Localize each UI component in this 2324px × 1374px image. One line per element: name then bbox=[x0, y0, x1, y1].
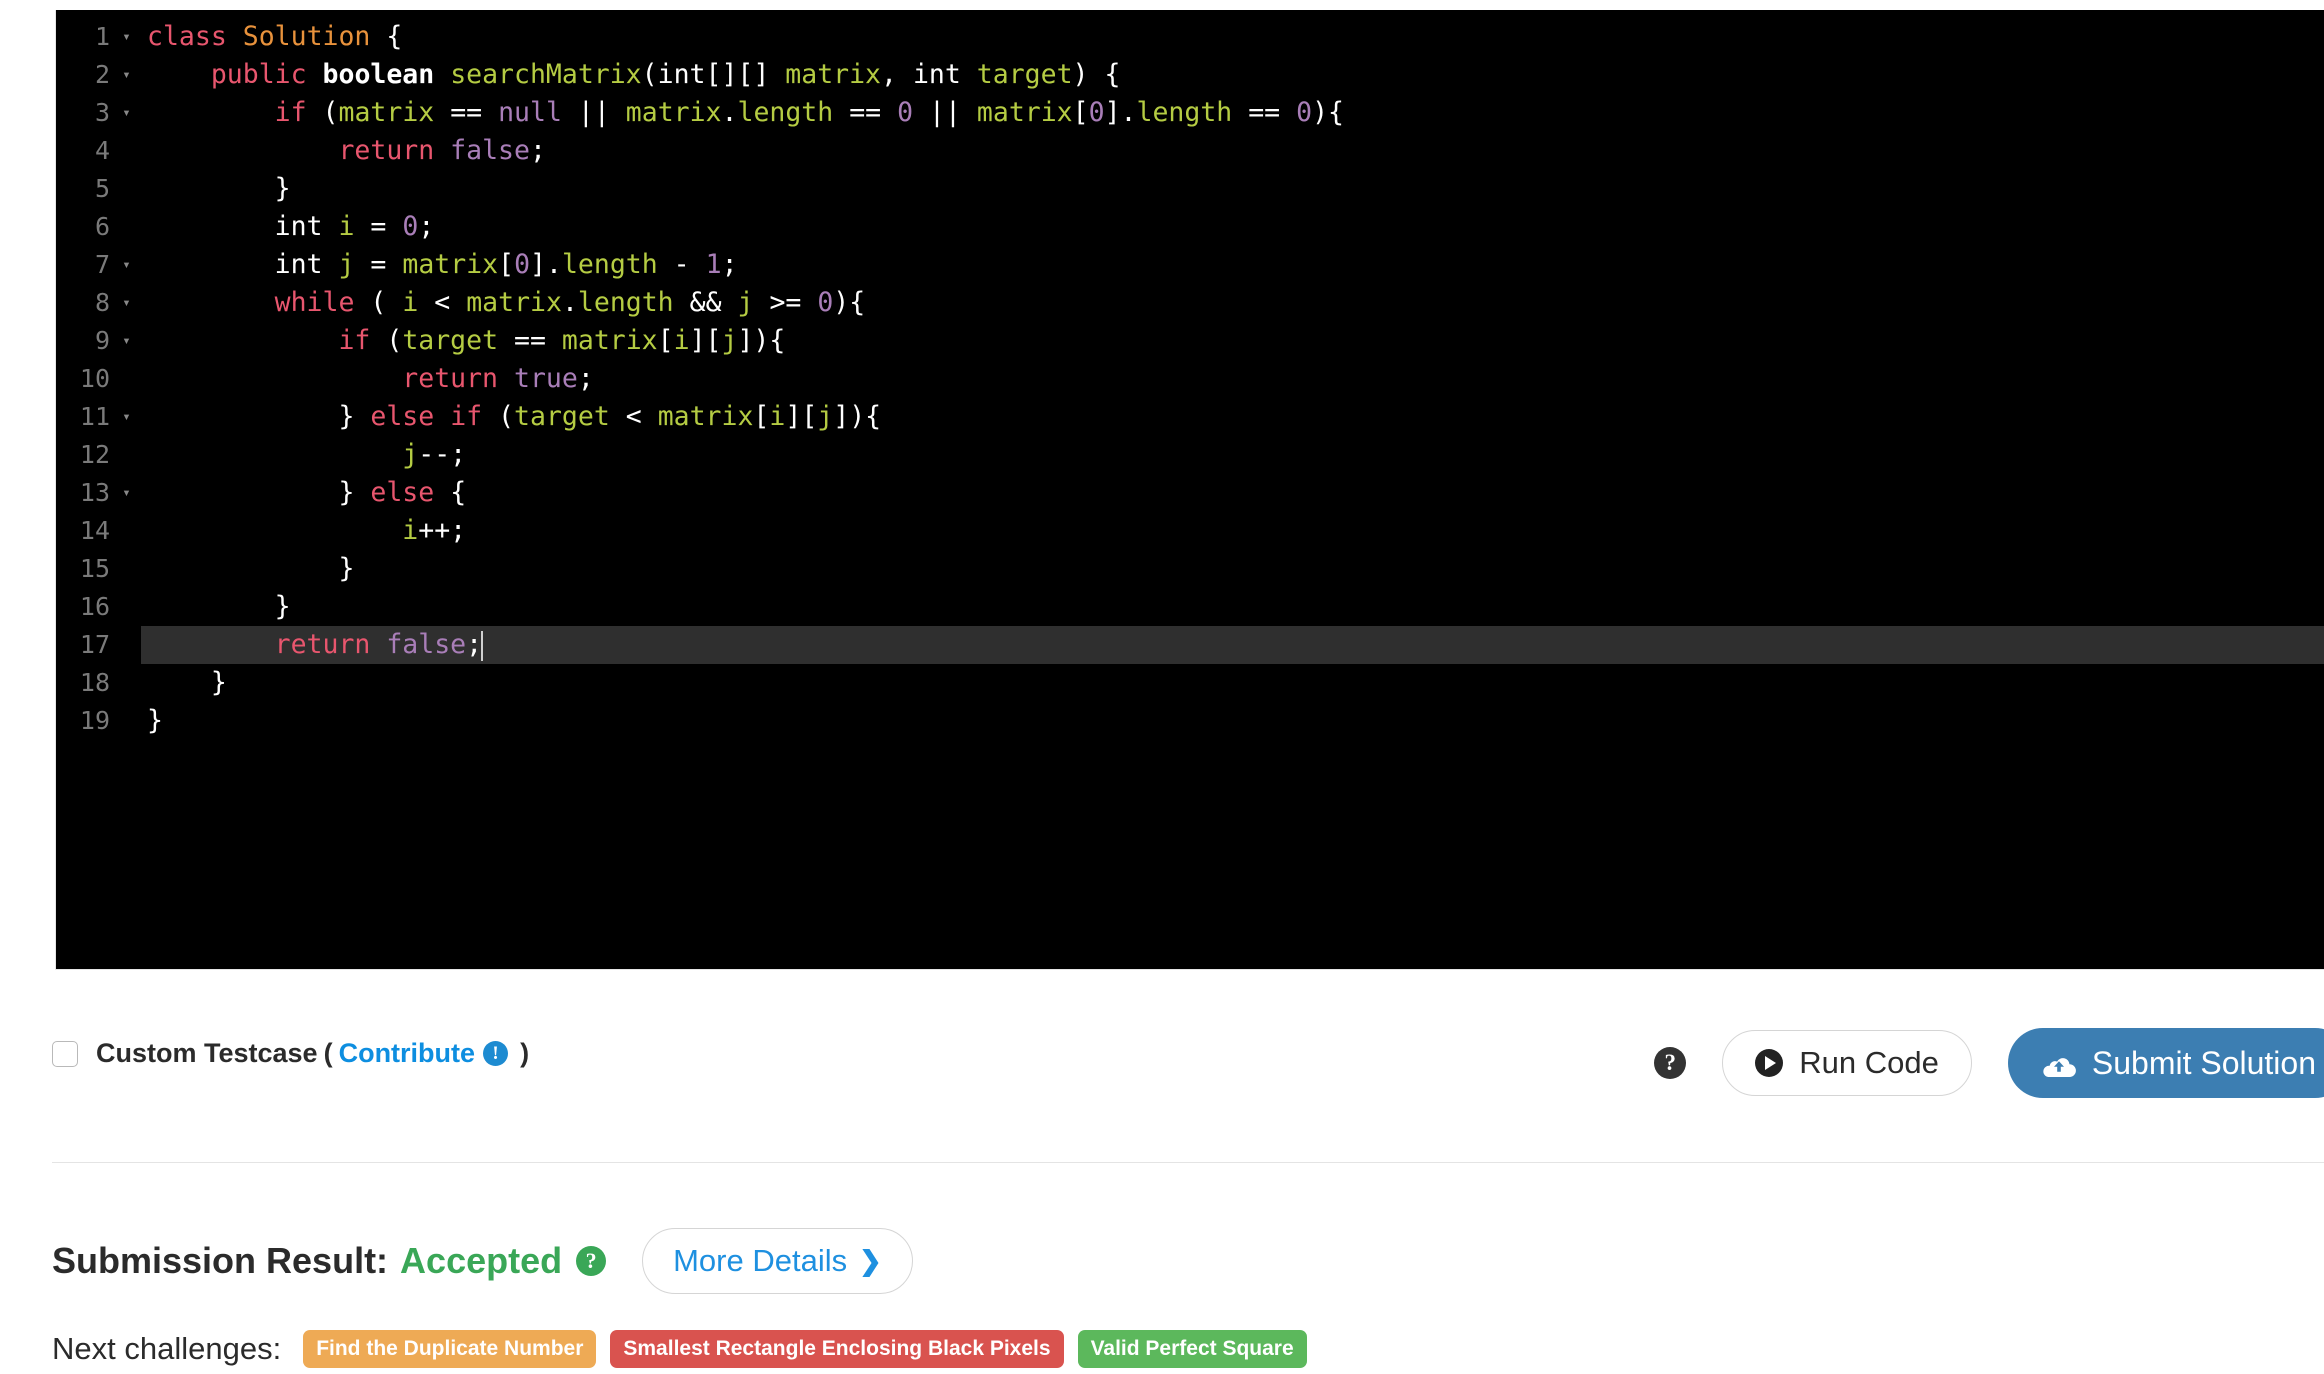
code-line-text: int j = matrix[0].length - 1; bbox=[274, 249, 738, 280]
close-paren: ) bbox=[520, 1038, 530, 1068]
code-line-text: return false; bbox=[338, 135, 546, 166]
line-number: 1 bbox=[94, 22, 110, 51]
code-fold-toggle-icon[interactable]: ▾ bbox=[112, 398, 141, 436]
info-icon[interactable]: ! bbox=[483, 1041, 509, 1066]
code-fold-toggle-icon[interactable]: ▾ bbox=[112, 56, 141, 94]
code-fold-toggle-icon[interactable]: ▾ bbox=[112, 284, 141, 322]
code-line-active[interactable]: 17 return false; bbox=[56, 626, 2324, 664]
submission-status: Accepted bbox=[400, 1240, 563, 1281]
code-line[interactable]: 9 ▾ if (target == matrix[i][j]){ bbox=[56, 322, 2324, 360]
run-code-button[interactable]: Run Code bbox=[1722, 1030, 1972, 1096]
code-line-text: } bbox=[274, 173, 291, 204]
line-number: 10 bbox=[79, 364, 110, 393]
question-mark-icon[interactable]: ? bbox=[1654, 1047, 1687, 1079]
code-fold-toggle-icon[interactable]: ▾ bbox=[112, 322, 141, 360]
line-number: 5 bbox=[94, 174, 110, 203]
more-details-label: More Details bbox=[673, 1243, 848, 1278]
line-number: 2 bbox=[94, 60, 110, 89]
section-divider bbox=[52, 1162, 2324, 1163]
more-details-button[interactable]: More Details ❯ bbox=[642, 1228, 913, 1294]
right-actions: ? Run Code Submit Solution bbox=[1654, 1028, 2324, 1098]
challenge-tag[interactable]: Find the Duplicate Number bbox=[303, 1330, 597, 1368]
challenge-tag[interactable]: Smallest Rectangle Enclosing Black Pixel… bbox=[610, 1330, 1064, 1368]
challenge-tag[interactable]: Valid Perfect Square bbox=[1077, 1330, 1307, 1368]
line-number: 13 bbox=[79, 478, 110, 507]
line-number: 12 bbox=[79, 440, 110, 469]
code-line[interactable]: 7 ▾ int j = matrix[0].length - 1; bbox=[56, 246, 2324, 284]
run-code-label: Run Code bbox=[1799, 1045, 1939, 1080]
line-number: 6 bbox=[94, 212, 110, 241]
code-line-text: if (matrix == null || matrix.length == 0… bbox=[274, 97, 1344, 128]
code-line[interactable]: 19 } bbox=[56, 702, 2324, 740]
next-challenges-row: Next challenges: Find the Duplicate Numb… bbox=[52, 1330, 1307, 1368]
code-line-text: } else if (target < matrix[i][j]){ bbox=[338, 401, 882, 432]
code-line-text: while ( i < matrix.length && j >= 0){ bbox=[274, 287, 866, 318]
code-line-text: i++; bbox=[402, 515, 467, 546]
code-line[interactable]: 18 } bbox=[56, 664, 2324, 702]
custom-testcase-label: Custom Testcase bbox=[96, 1038, 318, 1068]
code-line[interactable]: 14 i++; bbox=[56, 512, 2324, 550]
code-line[interactable]: 3 ▾ if (matrix == null || matrix.length … bbox=[56, 94, 2324, 132]
question-mark-icon[interactable]: ? bbox=[576, 1246, 607, 1276]
submission-result-row: Submission Result: Accepted ? More Detai… bbox=[52, 1228, 913, 1294]
line-number: 7 bbox=[94, 250, 110, 279]
code-line[interactable]: 5 } bbox=[56, 170, 2324, 208]
code-line-text: } bbox=[210, 667, 227, 698]
line-number: 3 bbox=[94, 98, 110, 127]
submit-solution-button[interactable]: Submit Solution bbox=[2007, 1028, 2324, 1098]
open-paren: ( bbox=[323, 1038, 333, 1068]
custom-testcase-checkbox[interactable] bbox=[52, 1040, 78, 1067]
custom-testcase-group: Custom Testcase ( Contribute ! ) bbox=[52, 1038, 535, 1069]
submit-solution-label: Submit Solution bbox=[2091, 1044, 2316, 1081]
code-line-text: if (target == matrix[i][j]){ bbox=[338, 325, 786, 356]
code-line[interactable]: 10 return true; bbox=[56, 360, 2324, 398]
cloud-upload-icon bbox=[2042, 1050, 2076, 1077]
code-line-text: } bbox=[147, 705, 163, 736]
code-line[interactable]: 2 ▾ public boolean searchMatrix(int[][] … bbox=[56, 56, 2324, 94]
code-editor-content[interactable]: 1 ▾ class Solution { 2 ▾ public boolean … bbox=[56, 10, 2324, 740]
code-fold-toggle-icon[interactable]: ▾ bbox=[112, 94, 141, 132]
line-number: 14 bbox=[79, 516, 110, 545]
line-number: 19 bbox=[79, 706, 110, 735]
code-line[interactable]: 4 return false; bbox=[56, 132, 2324, 170]
code-line[interactable]: 11 ▾ } else if (target < matrix[i][j]){ bbox=[56, 398, 2324, 436]
submission-result-label: Submission Result: bbox=[52, 1240, 389, 1281]
line-number: 9 bbox=[94, 326, 110, 355]
line-number: 15 bbox=[79, 554, 110, 583]
code-line[interactable]: 8 ▾ while ( i < matrix.length && j >= 0)… bbox=[56, 284, 2324, 322]
line-number: 11 bbox=[79, 402, 110, 431]
code-line-text: int i = 0; bbox=[274, 211, 435, 242]
text-cursor bbox=[481, 630, 484, 661]
code-line-text: public boolean searchMatrix(int[][] matr… bbox=[210, 59, 1121, 90]
code-line[interactable]: 1 ▾ class Solution { bbox=[56, 18, 2324, 56]
next-challenges-label: Next challenges: bbox=[52, 1331, 282, 1366]
code-fold-toggle-icon[interactable]: ▾ bbox=[112, 246, 141, 284]
line-number: 16 bbox=[79, 592, 110, 621]
play-icon bbox=[1755, 1049, 1784, 1077]
code-line-text: class Solution { bbox=[147, 21, 403, 52]
line-number: 17 bbox=[79, 630, 110, 659]
code-line-text: } bbox=[274, 591, 291, 622]
code-line[interactable]: 12 j--; bbox=[56, 436, 2324, 474]
code-line[interactable]: 15 } bbox=[56, 550, 2324, 588]
action-bar: Custom Testcase ( Contribute ! ) ? Run C… bbox=[0, 1010, 2324, 1120]
line-number: 18 bbox=[79, 668, 110, 697]
contribute-link[interactable]: Contribute bbox=[339, 1038, 475, 1069]
code-line-text: } else { bbox=[338, 477, 467, 508]
chevron-right-icon: ❯ bbox=[859, 1245, 882, 1276]
line-number: 4 bbox=[94, 136, 110, 165]
code-line[interactable]: 13 ▾ } else { bbox=[56, 474, 2324, 512]
code-editor[interactable]: 1 ▾ class Solution { 2 ▾ public boolean … bbox=[55, 10, 2324, 970]
code-line-text: return false; bbox=[274, 629, 484, 661]
code-line-text: j--; bbox=[402, 439, 467, 470]
code-line-text: return true; bbox=[402, 363, 594, 394]
code-line[interactable]: 16 } bbox=[56, 588, 2324, 626]
code-line-text: } bbox=[338, 553, 355, 584]
code-line[interactable]: 6 int i = 0; bbox=[56, 208, 2324, 246]
code-fold-toggle-icon[interactable]: ▾ bbox=[112, 474, 141, 512]
line-number: 8 bbox=[94, 288, 110, 317]
code-fold-toggle-icon[interactable]: ▾ bbox=[112, 18, 141, 56]
